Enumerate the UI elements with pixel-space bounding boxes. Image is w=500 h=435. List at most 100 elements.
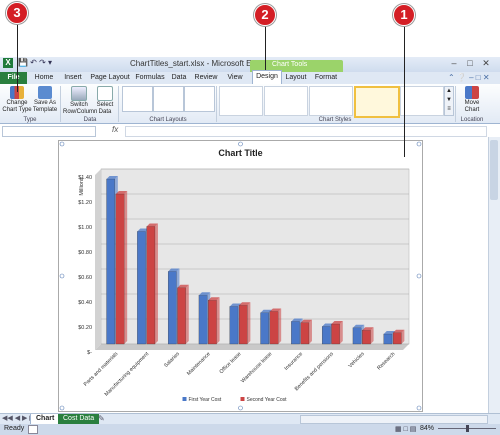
tab-insert[interactable]: Insert	[60, 72, 86, 84]
bar	[238, 305, 248, 345]
vertical-scroll-thumb[interactable]	[490, 140, 498, 200]
insert-sheet-icon[interactable]: ✎	[98, 414, 105, 423]
chart-style-3[interactable]	[309, 86, 353, 116]
chart-area[interactable]: Chart Title $- $0.20 $0.40 $0.60 $0.80 $1.00 $1…	[58, 140, 423, 412]
fx-icon[interactable]: fx	[112, 125, 118, 134]
bar	[331, 323, 340, 345]
move-chart-icon	[465, 86, 479, 99]
legend-swatch	[182, 397, 187, 401]
x-tick-label: Maintenance	[186, 351, 212, 377]
tab-file[interactable]: File	[0, 72, 27, 84]
chart-svg: Chart Title $- $0.20 $0.40 $0.60 $0.80 $1.00 $1…	[59, 141, 422, 411]
bar	[229, 306, 239, 345]
legend-label: First Year Cost	[189, 397, 222, 403]
bar	[362, 330, 371, 345]
chart-style-1[interactable]	[219, 86, 263, 116]
maximize-icon[interactable]: □	[462, 58, 478, 68]
x-tick-label: Salaries	[163, 351, 181, 369]
tab-review[interactable]: Review	[192, 72, 220, 84]
sheet-tab-cost-data[interactable]: Cost Data	[58, 414, 100, 424]
excel-logo-icon: X	[3, 58, 13, 68]
name-box[interactable]	[2, 126, 96, 137]
switch-icon	[71, 86, 87, 101]
selection-handle	[238, 405, 243, 411]
bar	[146, 226, 156, 345]
move-chart-button[interactable]: Move Chart	[457, 86, 487, 114]
chart-style-2[interactable]	[264, 86, 308, 116]
horizontal-scrollbar[interactable]	[300, 415, 488, 424]
y-tick-label: $1.20	[78, 200, 92, 206]
bar	[198, 295, 208, 345]
chart-style-5[interactable]	[400, 86, 444, 116]
save-as-template-label: Save As Template	[32, 100, 58, 113]
bar-side	[216, 297, 220, 344]
switch-row-column-button[interactable]: Switch Row/Column	[63, 86, 98, 116]
group-chart-layouts-label: Chart Layouts	[149, 117, 187, 123]
x-tick-label: Insurance	[283, 351, 304, 372]
save-as-template-button[interactable]: Save As Template	[32, 86, 58, 114]
group-data-label: Data	[83, 117, 97, 123]
template-icon	[38, 86, 52, 99]
callout-3-line	[17, 22, 18, 92]
switch-row-column-label: Switch Row/Column	[63, 102, 98, 115]
formula-input[interactable]	[125, 126, 487, 137]
y-tick-label: $1.00	[78, 225, 92, 231]
tab-format[interactable]: Format	[312, 72, 340, 84]
bar-side	[278, 308, 282, 344]
bar-side	[339, 321, 343, 344]
ribbon-help-controls[interactable]: ⌃ ❔ – □ ✕	[448, 73, 490, 82]
plot-floor	[95, 344, 409, 350]
macro-record-icon[interactable]	[28, 425, 38, 434]
window-title: ChartTitles_start.xlsx - Microsoft Excel	[130, 59, 266, 68]
bar	[291, 321, 300, 345]
tab-page-layout[interactable]: Page Layout	[89, 72, 131, 84]
bar	[352, 327, 362, 345]
bar	[300, 322, 310, 345]
tab-data[interactable]: Data	[169, 72, 189, 84]
callout-2-line	[265, 22, 266, 70]
bar	[392, 332, 402, 345]
bar	[269, 311, 279, 345]
bar	[167, 271, 177, 345]
chart-layout-1[interactable]	[122, 86, 153, 112]
bar	[177, 287, 186, 345]
callout-1: 1	[393, 4, 415, 26]
tab-home[interactable]: Home	[31, 72, 57, 84]
zoom-slider-thumb[interactable]	[466, 425, 469, 432]
chart-title: Chart Title	[218, 148, 262, 158]
bar-side	[247, 302, 251, 344]
bar	[106, 178, 116, 345]
minimize-icon[interactable]: –	[446, 58, 462, 68]
group-separator	[216, 86, 217, 122]
select-data-icon	[97, 86, 113, 101]
chart-layout-3[interactable]	[184, 86, 215, 112]
tab-design[interactable]: Design	[252, 70, 282, 85]
tab-formulas[interactable]: Formulas	[134, 72, 166, 84]
bar	[208, 300, 217, 345]
tab-view[interactable]: View	[223, 72, 247, 84]
bar	[115, 193, 125, 345]
chart-style-4-selected[interactable]	[354, 86, 400, 118]
chart-layout-2[interactable]	[153, 86, 184, 112]
y-axis-label: Millions	[79, 177, 85, 196]
select-data-button[interactable]: Select Data	[95, 86, 115, 116]
selection-handle	[59, 273, 65, 279]
group-separator	[60, 86, 61, 122]
x-tick-label: Office lease	[219, 351, 243, 375]
selection-handle	[416, 273, 422, 279]
zoom-level[interactable]: 84%	[420, 425, 434, 432]
group-type-label: Type	[23, 117, 37, 123]
legend-label: Second Year Cost	[247, 397, 288, 403]
tab-layout[interactable]: Layout	[283, 72, 309, 84]
selection-handle	[416, 405, 422, 411]
group-chart-styles-label: Chart Styles	[318, 117, 352, 123]
quick-access-toolbar[interactable]: 💾 ↶ ↷ ▾	[18, 58, 52, 67]
y-tick-label: $0.80	[78, 250, 92, 256]
view-buttons[interactable]: ▦ □ ▤	[395, 425, 416, 433]
close-icon[interactable]: ✕	[478, 58, 494, 69]
bar-side	[154, 223, 158, 344]
chart-styles-scroll[interactable]: ▲ ▼ ≡	[444, 86, 454, 116]
window-controls: – □ ✕	[446, 58, 494, 69]
selection-handle	[59, 405, 65, 411]
plot-side-wall	[95, 169, 101, 350]
